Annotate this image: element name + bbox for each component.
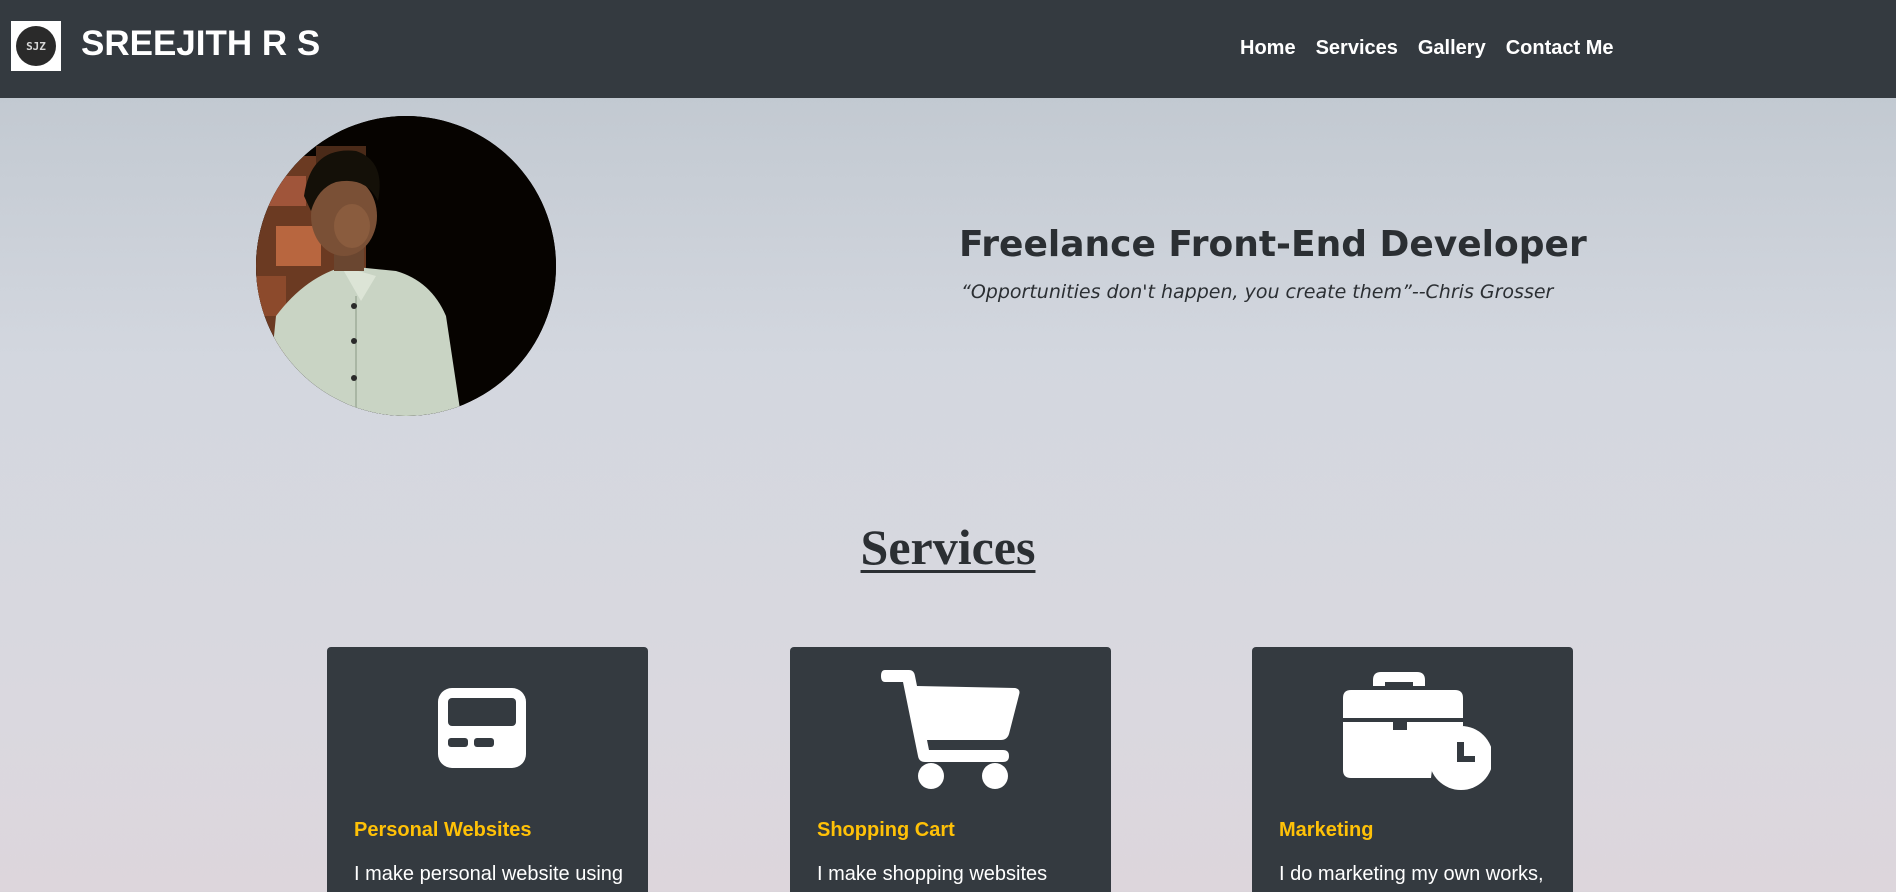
card-text: I do marketing my own works, [1279,863,1544,885]
services-heading: Services [860,519,1036,575]
card-title: Marketing [1279,819,1374,841]
logo[interactable]: SJZ [11,21,61,71]
pager-icon [327,663,648,793]
nav-link-gallery[interactable]: Gallery [1418,34,1486,62]
profile-photo [256,116,556,416]
service-card-personal-websites[interactable]: Personal Websites I make personal websit… [327,647,648,892]
card-text: I make shopping websites [817,863,1048,885]
navbar: SJZ SREEJITH R S Home Services Gallery C… [0,0,1896,98]
profile-photo-illustration [256,116,556,416]
hero-title: Freelance Front-End Developer [959,224,1587,265]
service-card-shopping-cart[interactable]: Shopping Cart I make shopping websites [790,647,1111,892]
nav-links: Home Services Gallery Contact Me [1240,34,1634,62]
service-card-marketing[interactable]: Marketing I do marketing my own works, [1252,647,1573,892]
card-text: I make personal website using [354,863,624,885]
card-title: Personal Websites [354,819,532,841]
business-time-icon [1252,663,1573,793]
shopping-cart-icon [790,663,1111,793]
brand-name[interactable]: SREEJITH R S [81,22,320,66]
nav-link-home[interactable]: Home [1240,34,1296,62]
card-title: Shopping Cart [817,819,955,841]
nav-link-contact[interactable]: Contact Me [1506,34,1614,62]
hero-quote: “Opportunities don't happen, you create … [961,281,1554,303]
logo-mark: SJZ [16,26,56,66]
nav-link-services[interactable]: Services [1316,34,1398,62]
